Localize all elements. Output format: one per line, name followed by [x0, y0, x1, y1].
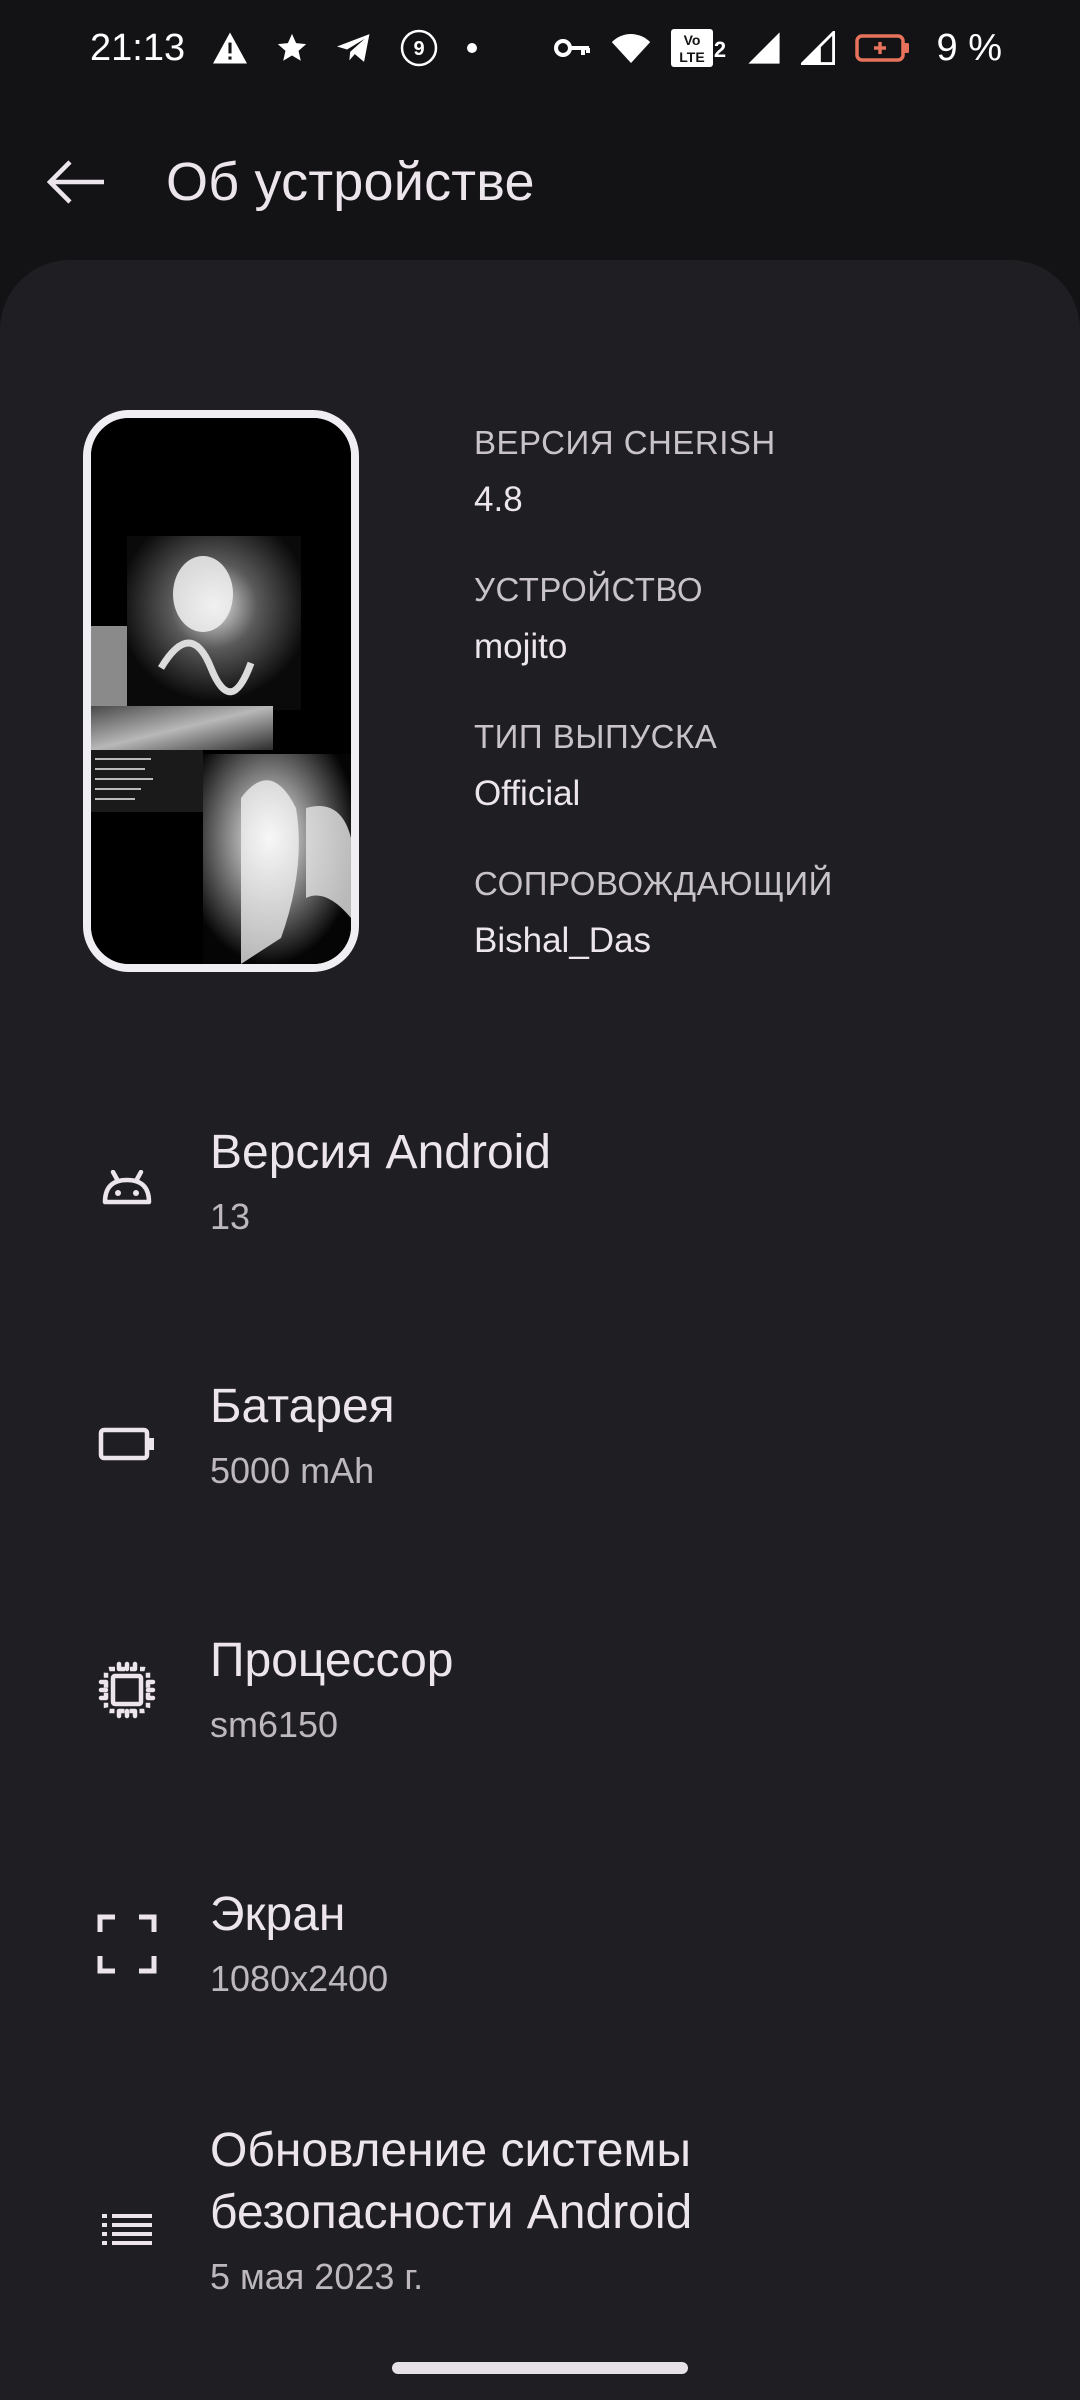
info-label: СОПРОВОЖДАЮЩИЙ — [474, 865, 833, 902]
device-info: ВЕРСИЯ CHERISH 4.8 УСТРОЙСТВО mojito ТИП… — [474, 420, 1034, 1008]
dot-icon — [465, 41, 479, 55]
star-icon — [275, 31, 309, 65]
pref-summary: 5 мая 2023 г. — [210, 2256, 424, 2297]
pref-security-update[interactable]: Обновление системы безопасности Android … — [0, 2096, 1080, 2396]
battery-icon — [95, 1412, 159, 1476]
status-bar-left: 21:13 9 — [90, 27, 479, 70]
pref-title: Батарея — [210, 1380, 395, 1433]
processor-icon — [95, 1658, 159, 1722]
pref-summary: 1080x2400 — [210, 1958, 389, 1999]
info-label: ВЕРСИЯ CHERISH — [474, 424, 776, 461]
list-icon — [95, 2198, 159, 2262]
pref-text: Батарея 5000 mAh — [210, 1376, 1020, 1496]
pref-title: Процессор — [210, 1634, 454, 1687]
warning-icon — [211, 31, 249, 65]
signal-icon — [800, 31, 835, 65]
battery-percent: 9 % — [936, 26, 1002, 69]
info-maintainer: СОПРОВОЖДАЮЩИЙ Bishal_Das — [474, 861, 1034, 1008]
pref-summary: 5000 mAh — [210, 1450, 375, 1491]
fullscreen-icon — [95, 1912, 159, 1976]
pref-android-version[interactable]: Версия Android 13 — [0, 1080, 1080, 1334]
pref-text: Процессор sm6150 — [210, 1630, 1020, 1750]
svg-text:LTE: LTE — [679, 49, 704, 65]
info-label: ТИП ВЫПУСКА — [474, 718, 718, 755]
notification-badge-icon: 9 — [399, 28, 439, 68]
wallpaper-image — [91, 418, 351, 964]
info-device: УСТРОЙСТВО mojito — [474, 567, 1034, 714]
svg-text:2: 2 — [713, 37, 725, 62]
wallpaper-preview — [83, 410, 359, 972]
status-time: 21:13 — [90, 26, 186, 69]
android-icon — [95, 1158, 159, 1222]
volte-icon: Vo LTE 2 — [670, 29, 727, 67]
back-button[interactable] — [16, 122, 136, 242]
arrow-back-icon — [46, 160, 104, 204]
pref-battery[interactable]: Батарея 5000 mAh — [0, 1334, 1080, 1588]
page-title: Об устройстве — [166, 152, 535, 212]
notification-badge-count: 9 — [414, 38, 425, 60]
pref-screen[interactable]: Экран 1080x2400 — [0, 1842, 1080, 2096]
wifi-icon — [611, 32, 651, 64]
preference-list: Версия Android 13 Батарея 5000 mAh Проце… — [0, 1080, 1080, 2396]
info-cherish-version: ВЕРСИЯ CHERISH 4.8 — [474, 420, 1034, 567]
pref-text: Версия Android 13 — [210, 1122, 1020, 1242]
info-value: 4.8 — [474, 480, 523, 519]
pref-summary: 13 — [210, 1196, 251, 1237]
about-device-screen: 21:13 9 Vo LTE 2 9 % Об устройстве ВЕРСИ… — [0, 0, 1080, 2400]
pref-processor[interactable]: Процессор sm6150 — [0, 1588, 1080, 1842]
svg-text:Vo: Vo — [683, 32, 700, 48]
status-bar-right: Vo LTE 2 9 % — [553, 27, 1002, 70]
battery-saver-icon — [854, 33, 911, 63]
telegram-icon — [335, 31, 373, 65]
pref-text: Экран 1080x2400 — [210, 1884, 1020, 2004]
gesture-nav-handle[interactable] — [392, 2362, 688, 2374]
vpn-key-icon — [553, 35, 591, 61]
info-value: Bishal_Das — [474, 921, 652, 960]
pref-title: Версия Android — [210, 1126, 551, 1179]
pref-title: Экран — [210, 1888, 346, 1941]
pref-title: Обновление системы безопасности Android — [210, 2124, 693, 2239]
status-bar: 21:13 9 Vo LTE 2 9 % — [0, 0, 1080, 96]
pref-text: Обновление системы безопасности Android … — [210, 2120, 830, 2302]
signal-icon — [747, 31, 781, 65]
toolbar: Об устройстве — [0, 116, 1080, 248]
info-label: УСТРОЙСТВО — [474, 571, 704, 608]
pref-summary: sm6150 — [210, 1704, 339, 1745]
info-value: Official — [474, 774, 581, 813]
info-value: mojito — [474, 627, 568, 666]
info-release-type: ТИП ВЫПУСКА Official — [474, 714, 1034, 861]
about-card: ВЕРСИЯ CHERISH 4.8 УСТРОЙСТВО mojito ТИП… — [0, 260, 1080, 2400]
